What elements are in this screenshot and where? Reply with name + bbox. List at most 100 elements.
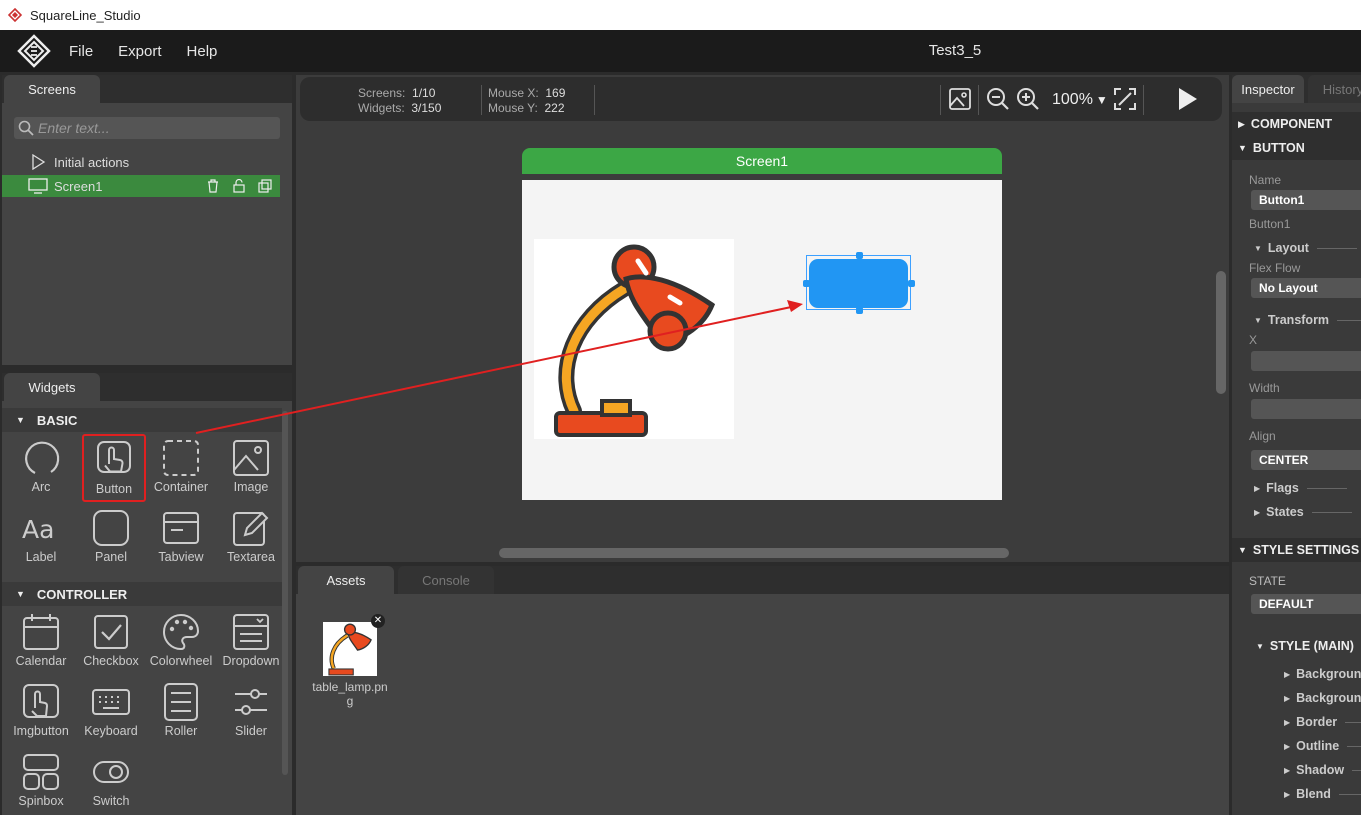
- trash-icon[interactable]: [206, 179, 220, 193]
- widget-container[interactable]: Container: [146, 434, 216, 502]
- widget-image[interactable]: Image: [216, 434, 286, 502]
- widget-dropdown[interactable]: Dropdown: [216, 608, 286, 676]
- zoom-in-icon[interactable]: [1016, 87, 1040, 111]
- style-item-background[interactable]: ▶ Background: [1284, 691, 1361, 705]
- style-item-background[interactable]: ▶ Background: [1284, 667, 1361, 681]
- tree-item-initial-actions[interactable]: Initial actions: [2, 151, 282, 173]
- toolbar-divider: [1143, 85, 1144, 115]
- menu-file[interactable]: File: [69, 43, 93, 60]
- style-main-group[interactable]: ▼ STYLE (MAIN): [1256, 639, 1354, 653]
- screen-canvas[interactable]: [522, 180, 1002, 500]
- canvas-horizontal-scrollbar[interactable]: [499, 548, 1009, 558]
- monitor-icon: [28, 178, 48, 194]
- style-item-border[interactable]: ▶ Border: [1284, 715, 1361, 729]
- widget-slider[interactable]: Slider: [216, 678, 286, 746]
- widget-keyboard[interactable]: Keyboard: [76, 678, 146, 746]
- tree-item-screen1[interactable]: Screen1: [2, 175, 280, 197]
- style-item-outline[interactable]: ▶ Outline: [1284, 739, 1361, 753]
- spinbox-icon: [23, 754, 59, 790]
- section-button[interactable]: ▼ BUTTON: [1232, 136, 1361, 160]
- section-title: STYLE SETTINGS: [1252, 543, 1360, 557]
- widget-label: Spinbox: [18, 794, 64, 808]
- style-item-blend[interactable]: ▶ Blend: [1284, 787, 1361, 801]
- widget-calendar[interactable]: Calendar: [6, 608, 76, 676]
- collapse-triangle-icon: ▼: [1256, 641, 1264, 651]
- widgets-body: ▼ BASIC Arc Button Container Image Aa Lab…: [2, 401, 292, 815]
- section-component[interactable]: ▶ COMPONENT: [1232, 112, 1361, 136]
- widget-button[interactable]: Button: [82, 434, 146, 502]
- widget-label[interactable]: Aa Label: [6, 504, 76, 572]
- play-simulator-icon[interactable]: [1175, 87, 1199, 111]
- tab-assets[interactable]: Assets: [298, 566, 394, 594]
- unlock-icon[interactable]: [232, 179, 246, 193]
- screens-body: Initial actions Screen1: [2, 103, 292, 365]
- search-input[interactable]: [38, 120, 268, 136]
- duplicate-icon[interactable]: [258, 179, 272, 193]
- remove-asset-icon[interactable]: ✕: [371, 614, 385, 628]
- menu-help[interactable]: Help: [187, 43, 218, 60]
- state-label: STATE: [1249, 574, 1286, 588]
- name-field[interactable]: Button1: [1251, 190, 1361, 210]
- tab-console[interactable]: Console: [398, 566, 494, 594]
- button1-widget[interactable]: [803, 252, 915, 314]
- widget-label: Switch: [92, 794, 130, 808]
- widget-textarea[interactable]: Textarea: [216, 504, 286, 572]
- widgets-scrollbar[interactable]: [282, 411, 288, 775]
- textarea-pencil-icon: [233, 511, 269, 546]
- widget-label: Image: [233, 480, 269, 494]
- state-select[interactable]: DEFAULT: [1251, 594, 1361, 614]
- resize-handle[interactable]: [908, 280, 915, 287]
- asset-filename: table_lamp.png: [312, 680, 388, 708]
- widget-tabview[interactable]: Tabview: [146, 504, 216, 572]
- style-item-shadow[interactable]: ▶ Shadow: [1284, 763, 1361, 777]
- lamp-image-widget[interactable]: [534, 239, 734, 439]
- transform-group[interactable]: ▼ Transform: [1254, 313, 1361, 327]
- widget-panel[interactable]: Panel: [76, 504, 146, 572]
- widget-label: Textarea: [227, 550, 275, 564]
- inspector-body: ▶ COMPONENT ▼ BUTTON Name Button1 Button1 …: [1232, 103, 1361, 815]
- squareline-logo-icon[interactable]: [17, 34, 51, 68]
- widget-imgbutton[interactable]: Imgbutton: [6, 678, 76, 746]
- section-style-settings[interactable]: ▼ STYLE SETTINGS: [1232, 538, 1361, 562]
- tree-item-label: Initial actions: [54, 154, 130, 170]
- tab-history[interactable]: History: [1308, 75, 1361, 103]
- zoom-level: 100%: [1052, 91, 1093, 108]
- expand-triangle-icon: ▶: [1284, 669, 1291, 679]
- asset-item[interactable]: ✕ table_lamp.png: [310, 614, 390, 708]
- flex-flow-select[interactable]: No Layout: [1251, 278, 1361, 298]
- tab-screens[interactable]: Screens: [4, 75, 100, 103]
- widget-colorwheel[interactable]: Colorwheel: [146, 608, 216, 676]
- style-item-label: Shadow: [1296, 763, 1345, 777]
- tab-inspector[interactable]: Inspector: [1232, 75, 1304, 103]
- expand-triangle-icon: ▶: [1238, 118, 1245, 129]
- mouse-x-label: Mouse X:: [488, 86, 539, 100]
- section-basic[interactable]: ▼ BASIC: [2, 408, 282, 432]
- layout-group[interactable]: ▼ Layout: [1254, 241, 1357, 255]
- resize-handle[interactable]: [856, 252, 863, 259]
- tab-widgets[interactable]: Widgets: [4, 373, 100, 401]
- screens-search[interactable]: [14, 117, 280, 139]
- svg-text:Aa: Aa: [22, 515, 54, 544]
- canvas-vertical-scrollbar[interactable]: [1216, 271, 1226, 394]
- zoom-dropdown[interactable]: 100% ▼: [1052, 91, 1108, 109]
- section-controller[interactable]: ▼ CONTROLLER: [2, 582, 282, 606]
- flags-group[interactable]: ▶ Flags: [1254, 481, 1347, 495]
- widget-spinbox[interactable]: Spinbox: [6, 748, 76, 815]
- menu-export[interactable]: Export: [118, 43, 161, 60]
- background-image-icon[interactable]: [948, 87, 972, 111]
- states-group[interactable]: ▶ States: [1254, 505, 1352, 519]
- fit-screen-icon[interactable]: [1113, 87, 1137, 111]
- widget-switch[interactable]: Switch: [76, 748, 146, 815]
- screen-title-bar[interactable]: Screen1: [522, 148, 1002, 174]
- width-field[interactable]: [1251, 399, 1361, 419]
- x-field[interactable]: [1251, 351, 1361, 371]
- widget-arc[interactable]: Arc: [6, 434, 76, 502]
- resize-handle[interactable]: [856, 307, 863, 314]
- zoom-out-icon[interactable]: [986, 87, 1010, 111]
- os-titlebar: SquareLine_Studio: [0, 0, 1361, 30]
- divider: [1311, 511, 1352, 513]
- widget-checkbox[interactable]: Checkbox: [76, 608, 146, 676]
- align-select[interactable]: CENTER: [1251, 450, 1361, 470]
- widget-roller[interactable]: Roller: [146, 678, 216, 746]
- resize-handle[interactable]: [803, 280, 810, 287]
